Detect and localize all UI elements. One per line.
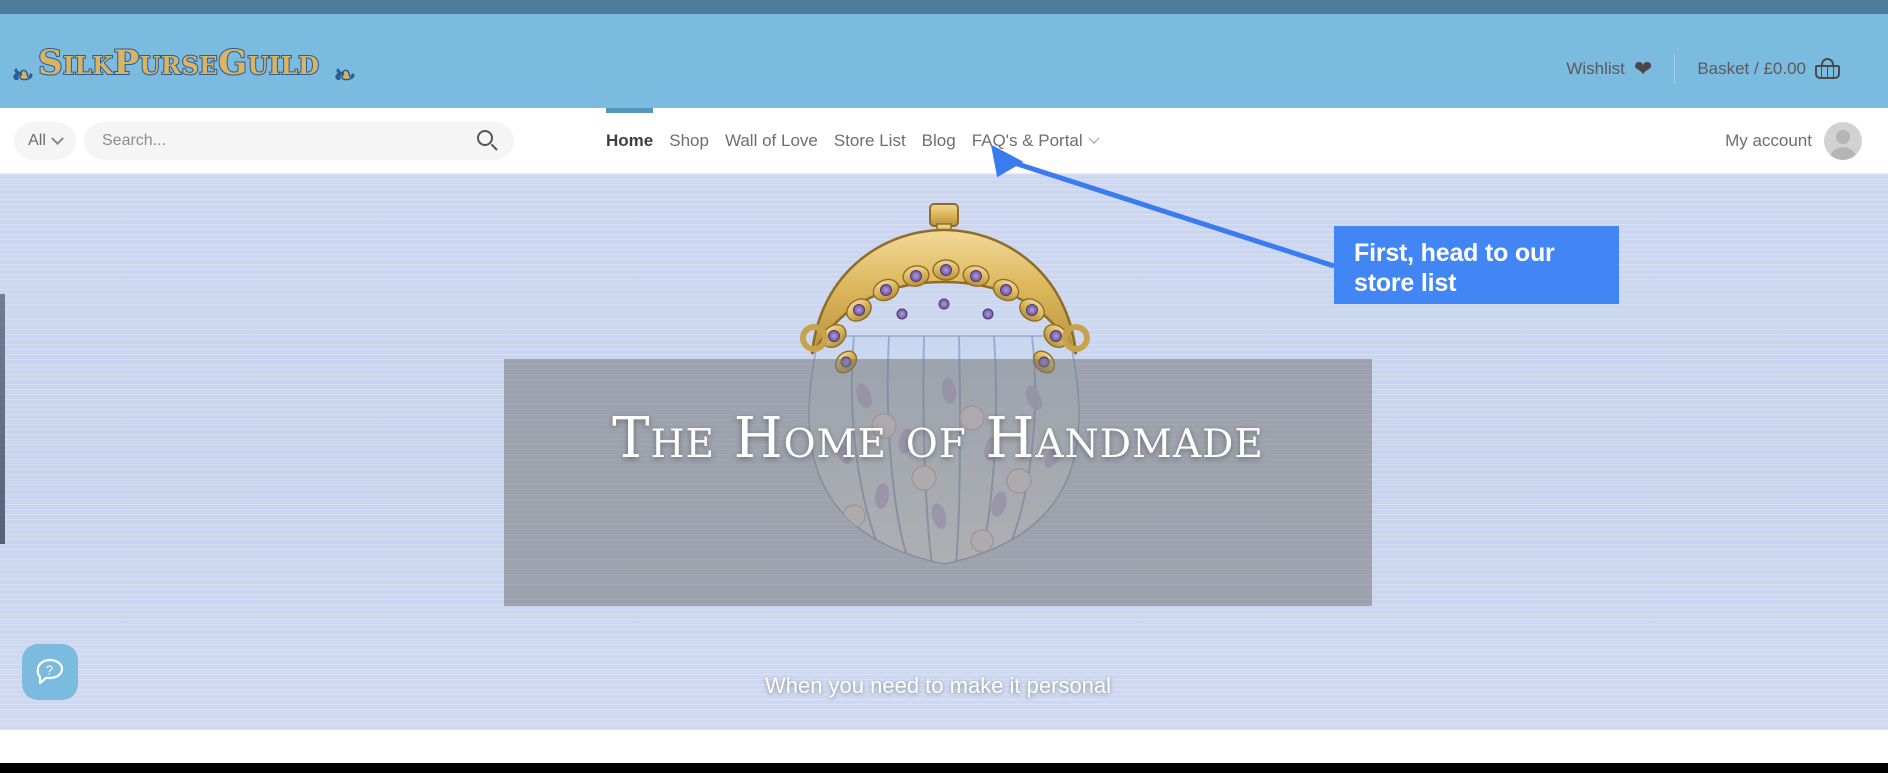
nav-item-faqs-portal[interactable]: FAQ's & Portal	[964, 108, 1106, 174]
nav-label-shop: Shop	[669, 131, 709, 150]
hero-text-overlay	[504, 359, 1372, 606]
search-field-wrap[interactable]	[84, 122, 514, 160]
page-root: ❧ SilkPurseGuild ❧ Wishlist ❤ Basket / £…	[0, 0, 1888, 773]
header-utility-nav: Wishlist ❤ Basket / £0.00	[1544, 54, 1862, 84]
help-chat-button[interactable]: ?	[22, 644, 78, 700]
nav-item-wall-of-love[interactable]: Wall of Love	[717, 108, 826, 174]
hero-title: The Home of Handmade	[612, 406, 1264, 471]
nav-label-wall-of-love: Wall of Love	[724, 131, 818, 150]
nav-item-home[interactable]: Home	[598, 108, 661, 174]
question-chat-icon: ?	[36, 658, 64, 685]
avatar	[1824, 122, 1862, 160]
nav-item-blog[interactable]: Blog	[914, 108, 964, 174]
basket-button[interactable]: Basket / £0.00	[1675, 58, 1862, 80]
logo-flourish-right-icon: ❧	[333, 59, 356, 91]
nav-item-store-list[interactable]: Store List	[826, 108, 914, 174]
hero-subtitle: When you need to make it personal	[764, 673, 1112, 698]
chevron-down-icon	[1087, 132, 1100, 144]
search-input[interactable]	[102, 132, 472, 150]
logo-wordmark: SilkPurseGuild	[37, 42, 320, 84]
main-navbar: All Home Shop Wall of Love Store List	[0, 108, 1888, 174]
heart-icon: ❤	[1633, 56, 1653, 81]
basket-icon	[1815, 58, 1840, 80]
svg-text:?: ?	[46, 663, 53, 678]
nav-label-home: Home	[606, 131, 654, 150]
my-account-button[interactable]: My account	[1725, 122, 1862, 160]
annotation-line-2: store list	[1354, 268, 1457, 297]
chevron-down-icon	[51, 131, 64, 145]
basket-label: Basket / £0.00	[1697, 59, 1806, 78]
annotation-callout: First, head to our store list	[1334, 226, 1619, 304]
search-scope-label: All	[28, 132, 46, 149]
search-scope-dropdown[interactable]: All	[14, 122, 76, 160]
wishlist-label: Wishlist	[1566, 59, 1625, 78]
wishlist-button[interactable]: Wishlist ❤	[1544, 58, 1674, 80]
nav-label-faqs-portal: FAQ's & Portal	[971, 131, 1083, 150]
top-accent-strip	[0, 0, 1888, 14]
search-area: All	[14, 122, 514, 160]
annotation-line-1: First, head to our	[1354, 239, 1555, 267]
my-account-label: My account	[1725, 131, 1812, 150]
below-fold-band	[0, 730, 1888, 763]
logo-flourish-left-icon: ❧	[11, 59, 34, 91]
nav-item-shop[interactable]: Shop	[661, 108, 717, 174]
primary-nav: Home Shop Wall of Love Store List Blog F…	[598, 108, 1106, 174]
nav-label-blog: Blog	[921, 131, 956, 150]
site-header: ❧ SilkPurseGuild ❧ Wishlist ❤ Basket / £…	[0, 14, 1888, 108]
site-logo[interactable]: ❧ SilkPurseGuild ❧	[11, 34, 362, 92]
carousel-prev-edge[interactable]	[0, 294, 5, 544]
search-icon[interactable]	[477, 130, 498, 151]
bottom-black-strip	[0, 763, 1888, 773]
nav-label-store-list: Store List	[833, 131, 906, 150]
